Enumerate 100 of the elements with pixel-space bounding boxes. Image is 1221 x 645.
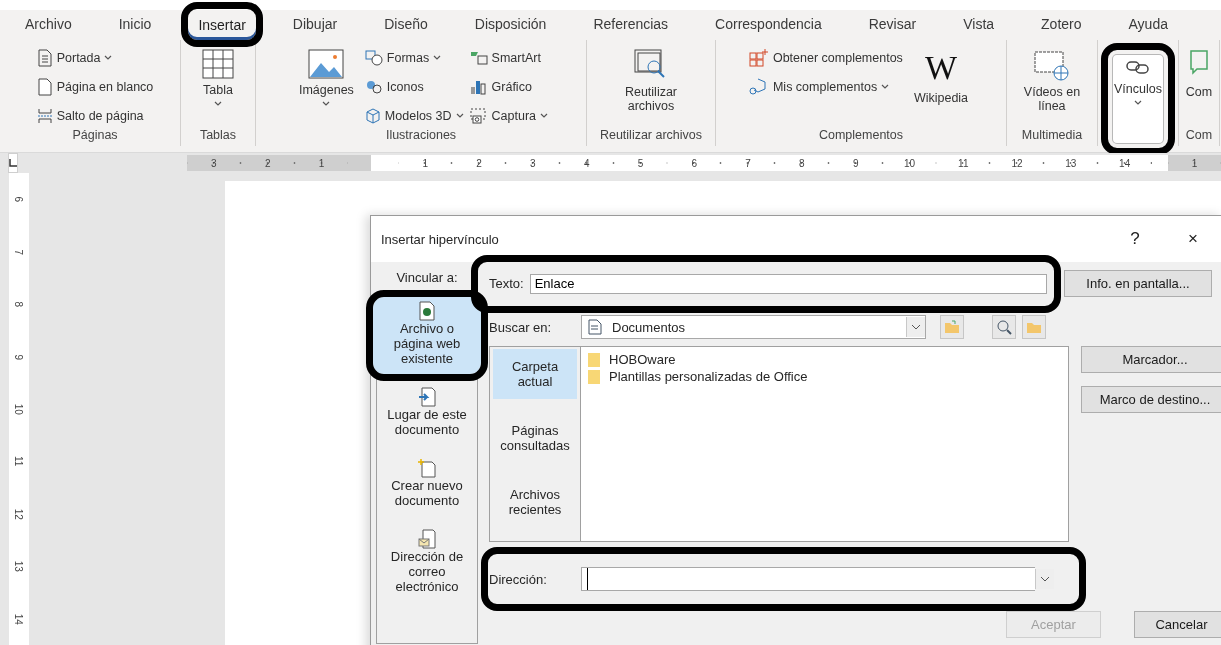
caret-icon [881, 84, 890, 91]
field-label: Buscar en: [489, 319, 553, 335]
ruler-number: 14 [12, 613, 26, 625]
ruler-number: 8 [12, 301, 26, 308]
ribbon-tab[interactable]: Referencias [582, 10, 680, 41]
blank-page-icon [36, 78, 53, 97]
tab-stop-selector[interactable] [8, 153, 18, 174]
video-globe-icon [1034, 49, 1070, 82]
ribbon-tab[interactable]: Diseño [373, 10, 439, 41]
ribbon-button[interactable]: Reutilizar archivos [607, 44, 695, 129]
folder-up-button[interactable] [940, 315, 964, 339]
ruler-number: 5 [613, 157, 668, 169]
ribbon-tab[interactable]: Archivo [14, 10, 83, 41]
shapes-icon [364, 50, 383, 67]
ribbon-button[interactable]: Com [1180, 44, 1218, 129]
ribbon-button[interactable]: Página en blanco [36, 75, 154, 100]
ruler-number: 11 [936, 157, 991, 169]
cube-icon [364, 108, 381, 125]
ruler-number: 7 [721, 157, 775, 169]
caret-icon [433, 55, 442, 62]
screen-tip-button[interactable]: Info. en pantalla... [1064, 270, 1212, 297]
field-label: Texto: [489, 276, 524, 291]
caret-icon [455, 113, 464, 120]
folder-icon [1026, 320, 1042, 334]
ribbon-tab[interactable]: Correspondencia [704, 10, 833, 41]
close-button[interactable]: × [1164, 229, 1221, 249]
address-field[interactable] [581, 567, 1035, 591]
ribbon-tab[interactable]: Inicio [107, 10, 163, 41]
bar-chart-icon [469, 79, 488, 96]
ribbon-tab[interactable]: Vista [952, 10, 1006, 41]
places-item[interactable]: Archivos recientes [493, 477, 577, 527]
ruler-number: 1 [1167, 157, 1221, 169]
places-item[interactable]: Carpeta actual [493, 349, 577, 399]
ribbon-button[interactable]: Vínculos [1101, 43, 1175, 156]
ruler-number: 14 [1097, 157, 1152, 169]
ruler-number: 9 [12, 354, 26, 360]
ruler-number: 12 [990, 157, 1044, 169]
caret-icon [1134, 100, 1142, 107]
ribbon-button[interactable]: Iconos [364, 75, 464, 100]
dialog-button[interactable]: Cancelar [1134, 611, 1221, 638]
chevron-down-icon [1040, 576, 1050, 582]
ribbon-button[interactable]: W Wikipedia [908, 44, 974, 129]
picture-icon [308, 49, 345, 80]
ruler-number: 10 [12, 403, 26, 415]
ribbon-tab[interactable]: Zotero [1030, 10, 1093, 41]
ribbon-button[interactable]: Captura [469, 104, 549, 129]
link-type-option[interactable]: Archivo o página web existente [366, 290, 488, 381]
chevron-down-icon [911, 324, 921, 330]
ribbon-button[interactable]: Vídeos en línea [1013, 44, 1091, 129]
email-document-icon [418, 529, 436, 549]
page-break-icon [36, 108, 53, 125]
display-text-field[interactable]: Enlace [529, 273, 1047, 294]
ruler-number: 4 [559, 157, 614, 169]
ribbon-tab[interactable]: Dibujar [281, 10, 349, 41]
group-label: Reutilizar archivos [598, 128, 704, 145]
ribbon-button[interactable]: Mis complementos [748, 75, 903, 100]
caret-icon [214, 101, 222, 108]
document-icon [36, 49, 53, 68]
file-item[interactable]: Plantillas personalizadas de Office [587, 368, 1062, 385]
ruler-number: 2 [240, 157, 295, 169]
link-type-option[interactable]: Dirección de correo electrónico [377, 526, 477, 600]
wikipedia-logo: W [924, 49, 957, 88]
ruler-number: 3 [187, 157, 241, 169]
ribbon-button[interactable]: Modelos 3D [364, 104, 464, 129]
ribbon-button[interactable]: Gráfico [469, 75, 549, 100]
look-in-dropdown[interactable]: Documentos [581, 315, 926, 339]
web-search-icon [996, 319, 1012, 335]
ribbon-button[interactable]: Formas [364, 46, 464, 71]
ruler-number: 6 [667, 157, 722, 169]
web-search-button[interactable] [992, 315, 1016, 339]
field-label: Dirección: [489, 571, 548, 587]
ribbon-tab[interactable]: Ayuda [1117, 10, 1179, 41]
ruler-number: 3 [506, 157, 560, 169]
ribbon-button[interactable]: Imágenes [293, 44, 359, 129]
ribbon-button[interactable]: Portada [36, 46, 154, 71]
ribbon-tab[interactable]: Disposición [463, 10, 558, 41]
web-document-icon [418, 301, 436, 321]
ribbon-button[interactable]: SmartArt [469, 46, 549, 71]
group-label: Multimedia [1020, 128, 1084, 145]
new-document-icon [418, 458, 436, 478]
dialog-title: Insertar hipervínculo [381, 231, 500, 247]
link-type-option[interactable]: Lugar de este documento [377, 384, 477, 443]
file-item[interactable]: HOBOware [587, 351, 1062, 368]
ribbon-tab[interactable]: Revisar [857, 10, 928, 41]
group-label: Com [1184, 128, 1214, 145]
side-button[interactable]: Marco de destino... [1081, 386, 1221, 413]
folder-button[interactable] [1022, 315, 1046, 339]
table-icon [202, 49, 234, 80]
ruler-number: 13 [1043, 157, 1098, 169]
ruler-number: 1 [294, 157, 349, 169]
group-label: Tablas [198, 128, 238, 145]
ruler-number: 9 [828, 157, 883, 169]
screenshot-icon [469, 108, 488, 125]
places-item[interactable]: Páginas consultadas [493, 413, 577, 463]
ribbon-button[interactable]: Salto de página [36, 104, 154, 129]
ribbon-button[interactable]: Obtener complementos [748, 46, 903, 71]
side-button[interactable]: Marcador... [1081, 346, 1221, 373]
help-button[interactable]: ? [1106, 229, 1164, 249]
link-type-option[interactable]: Crear nuevo documento [377, 455, 477, 514]
folder-icon [587, 351, 601, 368]
